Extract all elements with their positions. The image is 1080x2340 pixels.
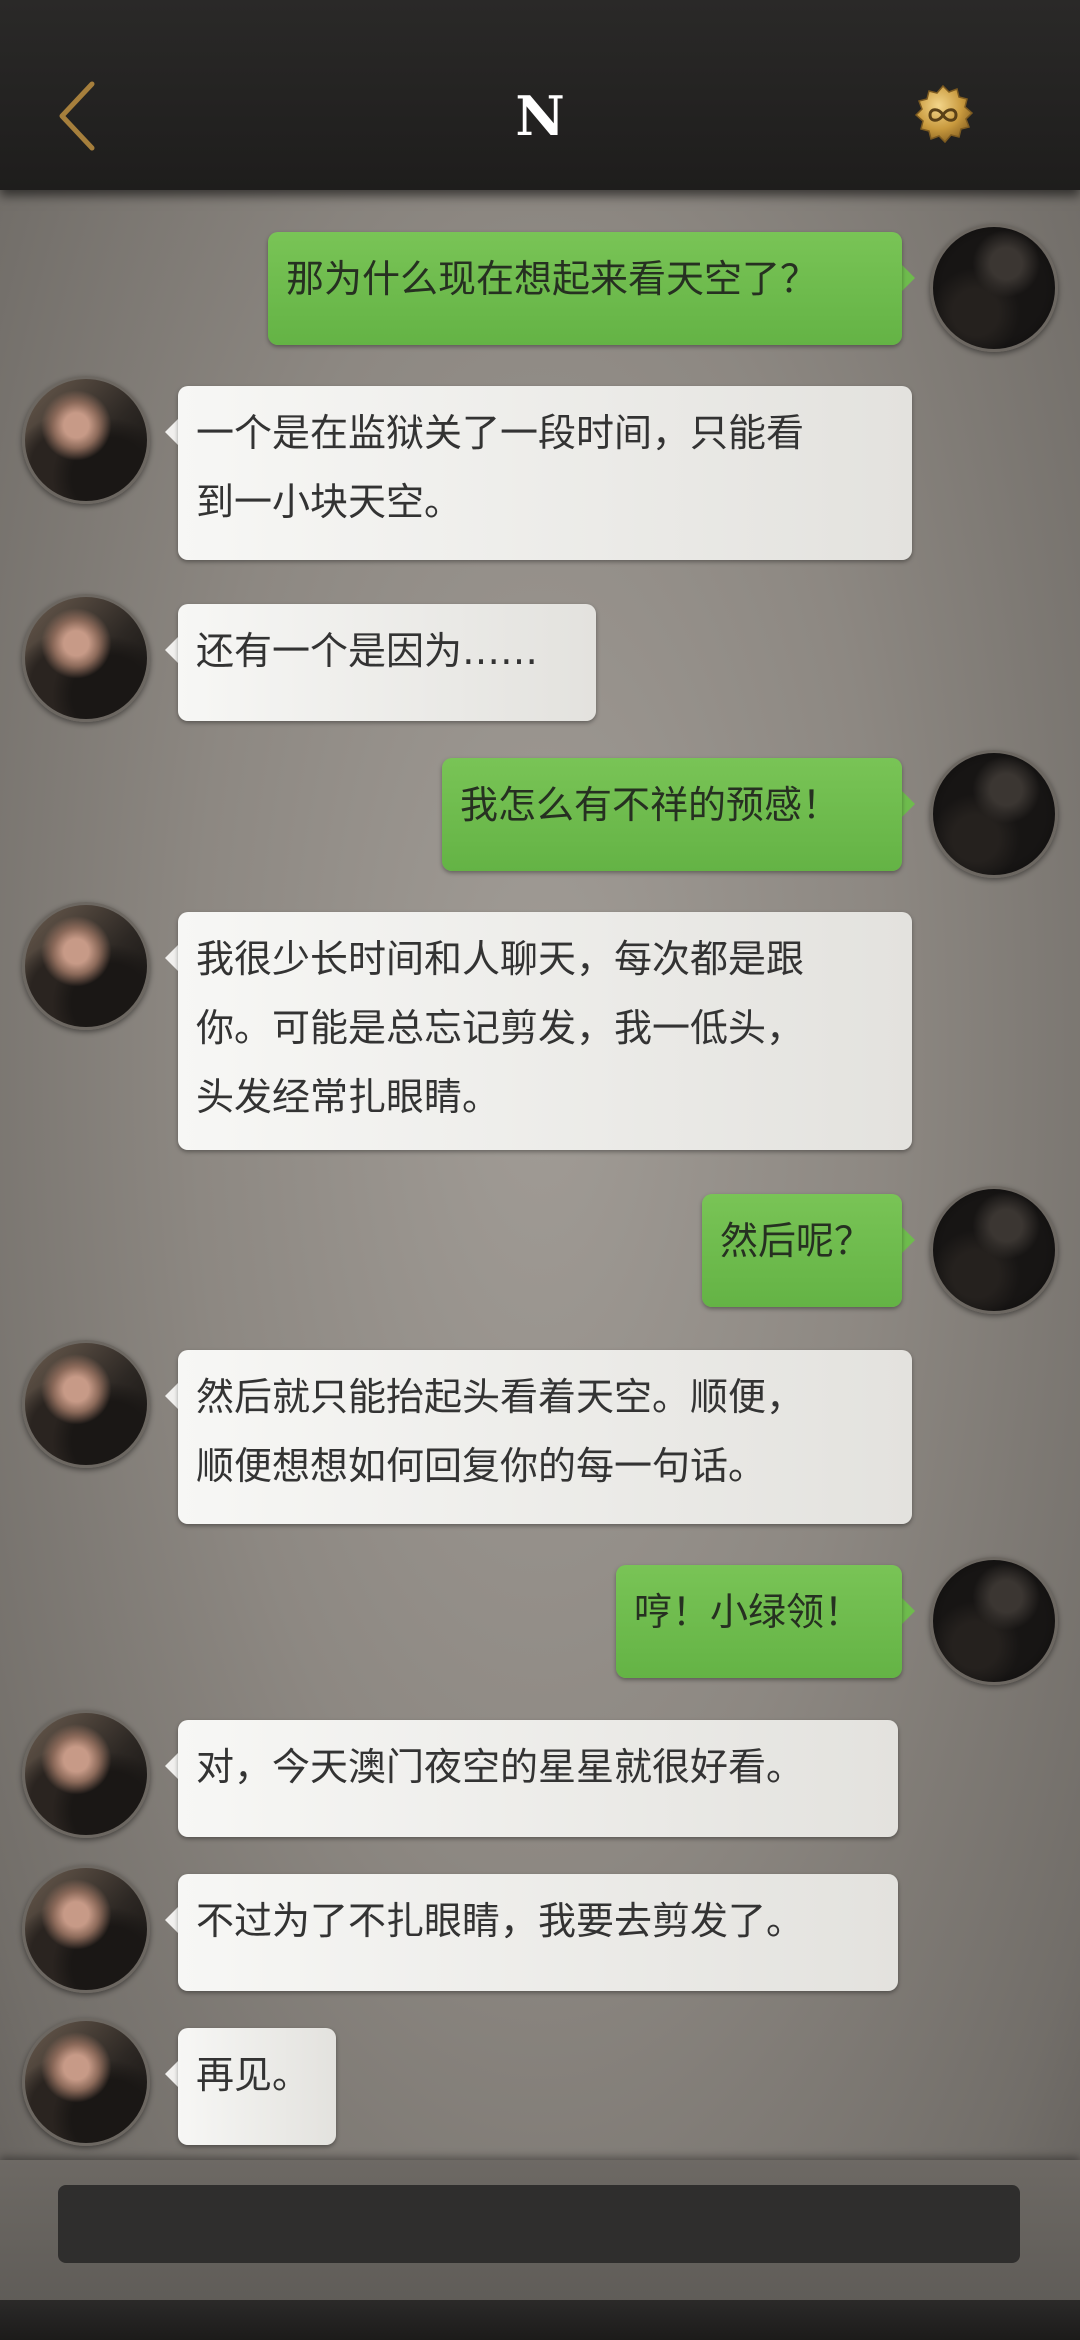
bubble-tail [165,418,179,446]
bubble-tail [901,790,915,818]
message-bubble[interactable]: 然后就只能抬起头看着天空。顺便， 顺便想想如何回复你的每一句话。 [178,1350,912,1524]
bubble-tail [165,1752,179,1780]
message-bubble[interactable]: 不过为了不扎眼睛，我要去剪发了。 [178,1874,898,1991]
contact-avatar[interactable] [22,1865,150,1993]
message-bubble[interactable]: 那为什么现在想起来看天空了？ [268,232,902,345]
bubble-tail [165,1906,179,1934]
bubble-tail [165,636,179,664]
contact-avatar[interactable] [22,1710,150,1838]
contact-avatar[interactable] [22,2018,150,2146]
user-avatar[interactable] [930,750,1058,878]
infinity-badge-icon [914,84,974,144]
contact-avatar[interactable] [22,594,150,722]
header-bar: N [0,0,1080,190]
message-bubble[interactable]: 还有一个是因为…… [178,604,596,721]
message-bubble[interactable]: 一个是在监狱关了一段时间，只能看 到一小块天空。 [178,386,912,560]
message-bubble[interactable]: 我怎么有不祥的预感！ [442,758,902,871]
bubble-tail [901,1226,915,1254]
bubble-tail [901,264,915,292]
user-avatar[interactable] [930,1557,1058,1685]
badge-button[interactable] [912,84,974,146]
contact-avatar[interactable] [22,376,150,504]
message-input[interactable] [58,2185,1020,2263]
contact-avatar[interactable] [22,902,150,1030]
bubble-tail [901,1597,915,1625]
chat-screen: N 那为什么现在想起来看天空了？ 一个是在监狱关了一段时间，只能看 到一小块天空。… [0,0,1080,2340]
bubble-tail [165,944,179,972]
message-bubble[interactable]: 然后呢？ [702,1194,902,1307]
message-bubble[interactable]: 再见。 [178,2028,336,2145]
message-bubble[interactable]: 我很少长时间和人聊天，每次都是跟 你。可能是总忘记剪发，我一低头， 头发经常扎眼… [178,912,912,1150]
contact-avatar[interactable] [22,1340,150,1468]
bubble-tail [165,1382,179,1410]
message-bubble[interactable]: 对，今天澳门夜空的星星就很好看。 [178,1720,898,1837]
bubble-tail [165,2060,179,2088]
bottom-bar [0,2300,1080,2340]
user-avatar[interactable] [930,1186,1058,1314]
user-avatar[interactable] [930,224,1058,352]
message-bubble[interactable]: 哼！小绿领！ [616,1565,902,1678]
